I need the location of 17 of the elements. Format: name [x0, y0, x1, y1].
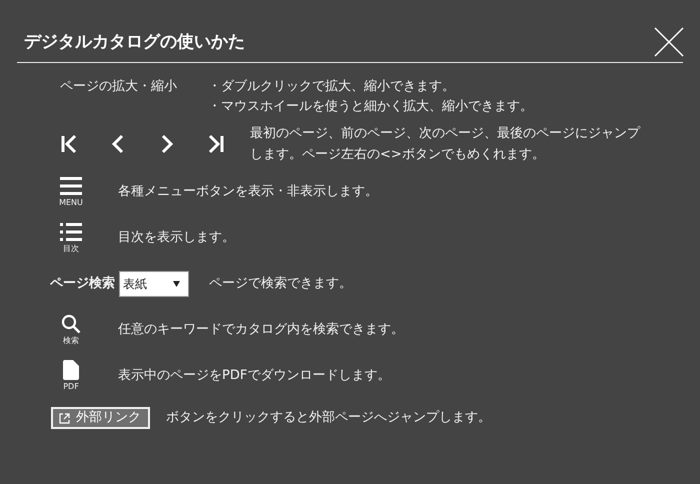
navigation-description: 最初のページ、前のページ、次のページ、最後のページにジャンプします。ページ左右の<>ボタンでもめくれます。: [250, 125, 642, 164]
zoom-instruction: ・ダブルクリックで拡大、縮小できます。: [208, 78, 456, 96]
external-link-button[interactable]: 外部リンク: [51, 407, 150, 429]
close-icon[interactable]: [654, 27, 684, 57]
zoom-label: ページの拡大・縮小: [60, 78, 178, 96]
dialog-title: デジタルカタログの使いかた: [24, 32, 245, 52]
page-search-description: ページで検索できます。: [209, 275, 352, 294]
external-link-icon: [59, 412, 70, 424]
tool-description: 任意のキーワードでカタログ内を検索できます。: [118, 321, 404, 340]
tool-description: 各種メニューボタンを表示・非表示します。: [118, 183, 378, 202]
page-search-label: ページ検索: [50, 274, 115, 294]
page-select[interactable]: 表紙: [119, 271, 189, 297]
zoom-instruction: ・マウスホイールを使うと細かく拡大、縮小できます。: [208, 98, 533, 116]
external-link-description: ボタンをクリックすると外部ページへジャンプします。: [166, 409, 491, 428]
dropdown-caret-icon: [173, 281, 180, 287]
tool-description: 目次を表示します。: [118, 229, 235, 248]
tool-description: 表示中のページをPDFでダウンロードします。: [118, 367, 390, 386]
